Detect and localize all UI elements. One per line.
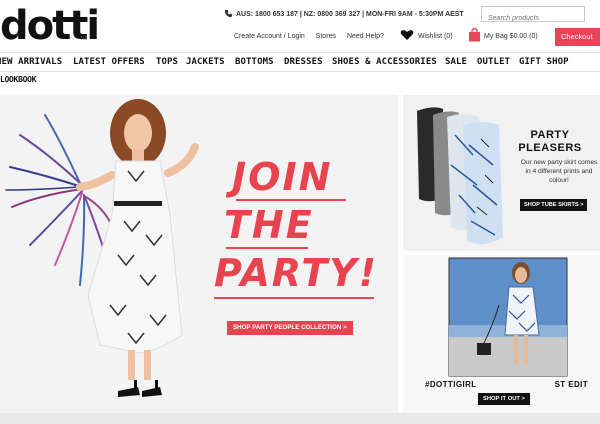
- nav-new-arrivals[interactable]: NEW ARRIVALS: [0, 57, 62, 67]
- page-footer-strip: [0, 413, 600, 424]
- my-bag-link[interactable]: My Bag $0.00 (0): [484, 33, 538, 40]
- search-box[interactable]: [481, 6, 585, 26]
- wishlist-link[interactable]: Wishlist (0): [418, 33, 453, 40]
- hero-banner[interactable]: JOIN THE PARTY! SHOP PARTY PEOPLE COLLEC…: [0, 95, 398, 413]
- nav-gift-shop[interactable]: GIFT SHOP: [519, 57, 569, 67]
- checkout-button[interactable]: Checkout: [555, 28, 600, 46]
- phone-icon: [224, 9, 233, 18]
- search-input[interactable]: [482, 11, 584, 26]
- heart-icon[interactable]: [400, 29, 414, 41]
- hero-underline: [236, 199, 346, 201]
- need-help-link[interactable]: Need Help?: [347, 33, 384, 40]
- hero-underline: [226, 247, 308, 249]
- nav-latest-offers[interactable]: LATEST OFFERS: [73, 57, 145, 67]
- main-nav: NEW ARRIVALS LATEST OFFERS TOPS JACKETS …: [0, 52, 600, 72]
- hero-heading-join: JOIN: [232, 155, 333, 199]
- nav-jackets[interactable]: JACKETS: [186, 57, 225, 67]
- logo-trademark: TM: [80, 36, 88, 42]
- contact-info: AUS: 1800 653 187 | NZ: 0800 369 327 | M…: [236, 11, 464, 18]
- shop-tube-skirts-button[interactable]: SHOP TUBE SKIRTS >: [520, 199, 588, 211]
- nav-sale[interactable]: SALE: [445, 57, 467, 67]
- promo-dottigirl-edit[interactable]: [403, 255, 600, 413]
- create-account-login-link[interactable]: Create Account / Login: [234, 33, 305, 40]
- stores-link[interactable]: Stores: [316, 33, 336, 40]
- nav-dresses[interactable]: DRESSES: [284, 57, 323, 67]
- promo2-title: #DOTTIGIRL ST EDIT: [425, 380, 589, 389]
- hero-heading-party: PARTY!: [214, 251, 379, 295]
- utility-links: Create Account / Login Stores Need Help?: [234, 33, 393, 40]
- nav-shoes-accessories[interactable]: SHOES & ACCESSORIES: [332, 57, 437, 67]
- nav-lookbook[interactable]: LOOKBOOK: [0, 75, 36, 84]
- hero-underline: [214, 297, 374, 299]
- shopping-bag-icon[interactable]: [468, 28, 481, 42]
- promo1-title: PARTY PLEASERS: [518, 129, 582, 154]
- nav-bottoms[interactable]: BOTTOMS: [235, 57, 274, 67]
- hero-heading-the: THE: [224, 203, 314, 247]
- dottigirl-photo: [448, 257, 568, 377]
- shop-party-collection-button[interactable]: SHOP PARTY PEOPLE COLLECTION >: [227, 321, 353, 335]
- shop-it-out-button[interactable]: SHOP IT OUT >: [478, 393, 530, 405]
- promo1-description: Our new party skirt comes in 4 different…: [520, 159, 598, 184]
- nav-tops[interactable]: TOPS: [156, 57, 178, 67]
- nav-outlet[interactable]: OUTLET: [477, 57, 510, 67]
